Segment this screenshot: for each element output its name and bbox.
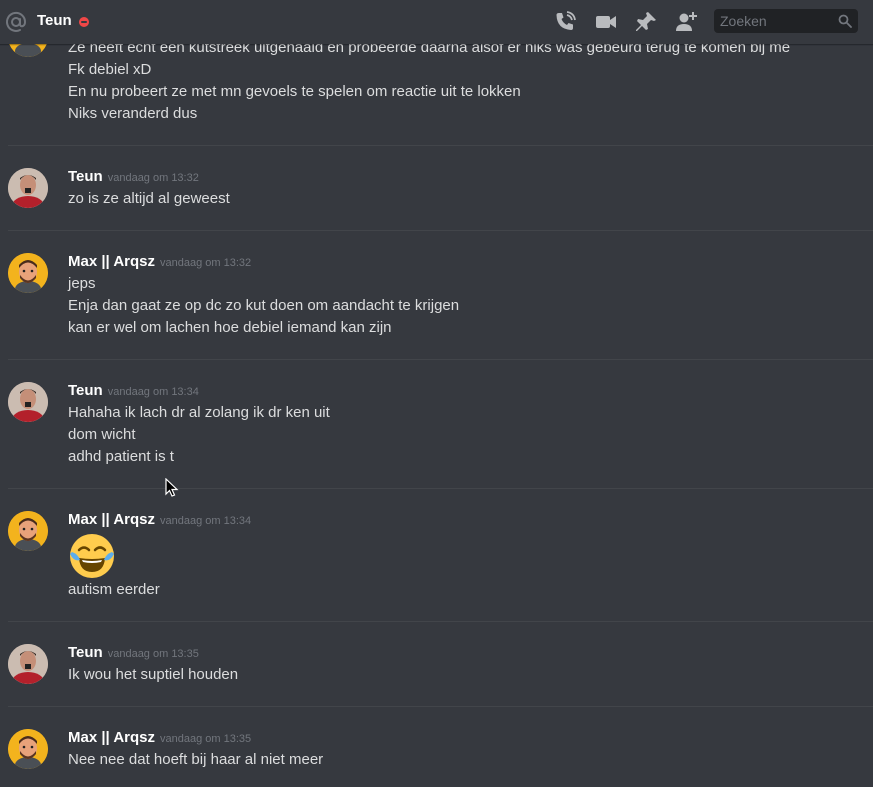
message-author[interactable]: Teun vandaag om 13:34 xyxy=(68,382,199,401)
avatar[interactable] xyxy=(8,168,48,208)
author-name[interactable]: Teun xyxy=(68,644,103,661)
status-dnd-icon xyxy=(79,17,89,27)
search-bar[interactable] xyxy=(714,9,858,33)
message-line: Hahaha ik lach dr al zolang ik dr ken ui… xyxy=(68,404,330,421)
message-divider xyxy=(8,488,873,489)
author-name[interactable]: Max || Arqsz xyxy=(68,253,155,270)
message-line: Enja dan gaat ze op dc zo kut doen om aa… xyxy=(68,297,460,314)
message-list: Ze heeft echt een kutstreek uitgehaald e… xyxy=(0,0,873,787)
message-line: Ik wou het suptiel houden xyxy=(68,666,239,683)
message-line: kan er wel om lachen hoe debiel iemand k… xyxy=(68,319,392,336)
search-input[interactable] xyxy=(714,9,834,33)
message-timestamp: vandaag om 13:34 xyxy=(107,386,199,398)
message-divider xyxy=(8,621,873,622)
message-author[interactable]: Max || Arqsz vandaag om 13:32 xyxy=(68,253,251,272)
avatar[interactable] xyxy=(8,644,48,684)
author-name[interactable]: Teun xyxy=(68,382,103,399)
message-author[interactable]: Max || Arqsz vandaag om 13:34 xyxy=(68,511,251,530)
add-friends-to-dm-icon[interactable] xyxy=(674,10,698,34)
message-timestamp: vandaag om 13:35 xyxy=(160,733,252,745)
message-divider xyxy=(8,359,873,360)
search-icon xyxy=(838,14,852,28)
channel-header: Teun xyxy=(0,0,873,44)
at-sign-icon xyxy=(5,11,27,33)
avatar[interactable] xyxy=(8,729,48,769)
start-video-call-icon[interactable] xyxy=(594,10,618,34)
message-line: adhd patient is t xyxy=(68,448,174,465)
message-timestamp: vandaag om 13:32 xyxy=(160,257,252,269)
channel-title: Teun xyxy=(37,12,72,29)
message-line: autism eerder xyxy=(68,581,160,598)
mouse-cursor-icon xyxy=(165,477,179,498)
face-with-tears-of-joy-icon[interactable] xyxy=(68,532,116,580)
message-line: Nee nee dat hoeft bij haar al niet meer xyxy=(68,751,324,768)
message-timestamp: vandaag om 13:35 xyxy=(107,648,199,660)
message-line: Fk debiel xD xyxy=(68,61,152,78)
message-line: Niks veranderd dus xyxy=(68,105,198,122)
author-name[interactable]: Max || Arqsz xyxy=(68,729,155,746)
start-voice-call-icon[interactable] xyxy=(553,10,577,34)
avatar[interactable] xyxy=(8,253,48,293)
message-line: En nu probeert ze met mn gevoels te spel… xyxy=(68,83,521,100)
avatar[interactable] xyxy=(8,382,48,422)
avatar[interactable] xyxy=(8,511,48,551)
message-author[interactable]: Teun vandaag om 13:35 xyxy=(68,644,199,663)
message-divider xyxy=(8,706,873,707)
message-line: zo is ze altijd al geweest xyxy=(68,190,230,207)
message-line: jeps xyxy=(68,275,96,292)
message-divider xyxy=(8,145,873,146)
message-line: dom wicht xyxy=(68,426,136,443)
message-author[interactable]: Max || Arqsz vandaag om 13:35 xyxy=(68,729,251,748)
message-timestamp: vandaag om 13:32 xyxy=(107,172,199,184)
author-name[interactable]: Max || Arqsz xyxy=(68,511,155,528)
message-timestamp: vandaag om 13:34 xyxy=(160,515,252,527)
message-author[interactable]: Teun vandaag om 13:32 xyxy=(68,168,199,187)
pinned-messages-icon[interactable] xyxy=(634,10,658,34)
message-divider xyxy=(8,230,873,231)
author-name[interactable]: Teun xyxy=(68,168,103,185)
